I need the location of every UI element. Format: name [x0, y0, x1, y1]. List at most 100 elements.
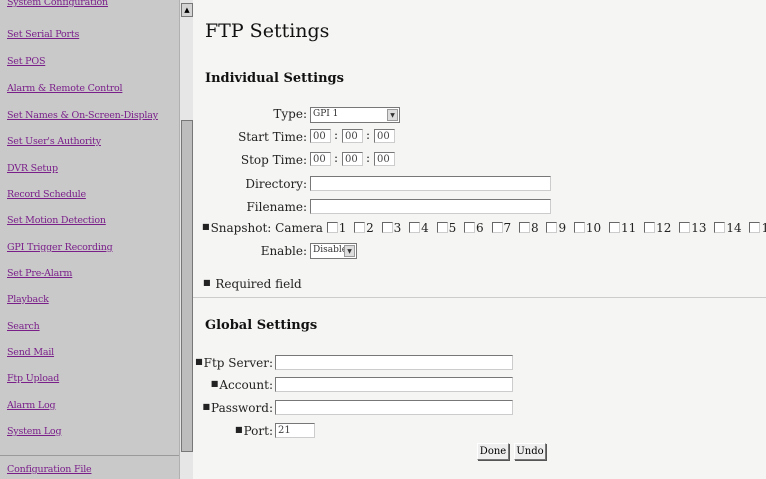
camera-checkbox[interactable] — [436, 222, 448, 233]
type-select-value: GPI 1 — [313, 109, 339, 119]
camera-checkbox-label: 8 — [530, 221, 539, 235]
camera-checkboxes: 1 2 3 4 5 6 7 8 9 10 11 12 13 14 15 1 — [326, 221, 766, 235]
camera-checkbox-label: 13 — [691, 221, 707, 235]
password-label-text: Password: — [211, 401, 273, 415]
sidebar-item-alarm-log[interactable]: Alarm Log — [7, 400, 56, 411]
sidebar-item-gpi-trigger-recording[interactable]: GPI Trigger Recording — [7, 242, 113, 253]
sidebar-item-alarm-remote-control[interactable]: Alarm & Remote Control — [7, 83, 123, 94]
port-label-text: Port: — [243, 424, 273, 438]
camera-checkbox[interactable] — [644, 222, 656, 233]
camera-checkbox[interactable] — [714, 222, 726, 233]
camera-checkbox-label: 6 — [476, 221, 484, 235]
camera-checkbox[interactable] — [546, 222, 558, 233]
camera-checkbox-label: 7 — [503, 221, 512, 235]
sidebar-item-set-pre-alarm[interactable]: Set Pre-Alarm — [7, 268, 72, 279]
camera-checkbox-label: 9 — [558, 221, 567, 235]
sidebar-item-search[interactable]: Search — [7, 321, 40, 332]
required-marker: ■ — [195, 357, 203, 366]
start-hour-input[interactable]: 00 — [310, 129, 331, 143]
sidebar-item-set-serial-ports[interactable]: Set Serial Ports — [7, 29, 79, 40]
camera-checkbox-label: 3 — [393, 221, 402, 235]
password-label: ■Password: — [195, 401, 273, 415]
sidebar-item-dvr-setup[interactable]: DVR Setup — [7, 163, 58, 174]
page-title: FTP Settings — [205, 20, 330, 42]
sidebar-item-system-log[interactable]: System Log — [7, 426, 62, 437]
enable-select-value: Disable — [313, 245, 348, 255]
camera-checkbox[interactable] — [679, 222, 691, 233]
sidebar-nav: System Configuration Set Serial Ports Se… — [0, 0, 179, 479]
sidebar-item-playback[interactable]: Playback — [7, 294, 49, 305]
sidebar-item-configuration-file[interactable]: Configuration File — [7, 464, 92, 475]
camera-checkbox-label: 15 — [761, 221, 766, 235]
start-minute-input[interactable]: 00 — [342, 129, 363, 143]
time-separator: : — [334, 128, 339, 142]
start-second-input[interactable]: 00 — [374, 129, 395, 143]
snapshot-label: Snapshot: Camera — [210, 221, 323, 235]
stop-second-input[interactable]: 00 — [374, 152, 395, 166]
time-separator: : — [366, 151, 371, 165]
global-settings-heading: Global Settings — [205, 318, 318, 333]
camera-checkbox[interactable] — [326, 222, 338, 233]
camera-checkbox[interactable] — [491, 222, 503, 233]
time-separator: : — [366, 128, 371, 142]
port-input[interactable]: 21 — [275, 423, 315, 438]
sidebar-item-set-motion-detection[interactable]: Set Motion Detection — [7, 215, 106, 226]
camera-checkbox-label: 12 — [656, 221, 672, 235]
port-label: ■Port: — [223, 424, 273, 438]
time-separator: : — [334, 151, 339, 165]
camera-checkbox-label: 5 — [448, 221, 457, 235]
filename-input[interactable] — [310, 199, 551, 214]
start-time-label: Start Time: — [238, 130, 307, 144]
sidebar-scrollbar[interactable]: ▲ — [179, 0, 194, 479]
stop-hour-input[interactable]: 00 — [310, 152, 331, 166]
filename-label: Filename: — [246, 200, 307, 214]
camera-checkbox-label: 14 — [726, 221, 742, 235]
type-label: Type: — [273, 107, 307, 121]
camera-checkbox-label: 11 — [621, 221, 637, 235]
required-marker: ■ — [202, 402, 211, 411]
main-content: FTP Settings Individual Settings Type: G… — [193, 0, 766, 479]
camera-checkbox[interactable] — [409, 222, 421, 233]
required-field-text: Required field — [215, 277, 302, 291]
chevron-down-icon: ▼ — [344, 245, 355, 257]
scroll-up-arrow-icon[interactable]: ▲ — [181, 3, 193, 17]
camera-checkbox[interactable] — [464, 222, 476, 233]
undo-button[interactable]: Undo — [514, 443, 546, 460]
camera-checkbox-label: 2 — [366, 221, 374, 235]
camera-checkbox-label: 4 — [421, 221, 429, 235]
password-input[interactable] — [275, 400, 513, 415]
ftp-server-input[interactable] — [275, 355, 513, 370]
done-button[interactable]: Done — [477, 443, 509, 460]
stop-minute-input[interactable]: 00 — [342, 152, 363, 166]
camera-checkbox[interactable] — [354, 222, 366, 233]
sidebar-item-system-configuration[interactable]: System Configuration — [7, 0, 108, 8]
individual-settings-heading: Individual Settings — [205, 71, 344, 86]
camera-checkbox[interactable] — [609, 222, 621, 233]
sidebar-divider — [0, 455, 179, 456]
sidebar-item-record-schedule[interactable]: Record Schedule — [7, 189, 86, 200]
snapshot-row: ■Snapshot: Camera 1 2 3 4 5 6 7 8 9 10 1… — [202, 221, 766, 235]
required-field-note: ■ Required field — [203, 277, 302, 291]
account-label: ■Account: — [195, 378, 273, 392]
camera-checkbox-label: 1 — [338, 221, 347, 235]
sidebar-item-set-pos[interactable]: Set POS — [7, 56, 45, 67]
section-divider — [193, 297, 766, 298]
required-marker: ■ — [235, 425, 243, 434]
type-select[interactable]: GPI 1 ▼ — [310, 107, 400, 123]
required-marker: ■ — [203, 278, 211, 287]
sidebar-item-send-mail[interactable]: Send Mail — [7, 347, 54, 358]
required-marker: ■ — [210, 379, 219, 388]
ftp-server-label-text: Ftp Server: — [203, 356, 273, 370]
sidebar-item-set-user-authority[interactable]: Set User's Authority — [7, 136, 101, 147]
sidebar-item-ftp-upload[interactable]: Ftp Upload — [7, 373, 59, 384]
camera-checkbox[interactable] — [518, 222, 530, 233]
camera-checkbox-label: 10 — [585, 221, 602, 235]
scrollbar-thumb[interactable] — [181, 120, 193, 452]
camera-checkbox[interactable] — [381, 222, 393, 233]
account-input[interactable] — [275, 377, 513, 392]
enable-select[interactable]: Disable ▼ — [310, 243, 357, 259]
directory-input[interactable] — [310, 176, 551, 191]
camera-checkbox[interactable] — [573, 222, 585, 233]
camera-checkbox[interactable] — [749, 222, 761, 233]
sidebar-item-set-names-osd[interactable]: Set Names & On-Screen-Display — [7, 110, 158, 121]
